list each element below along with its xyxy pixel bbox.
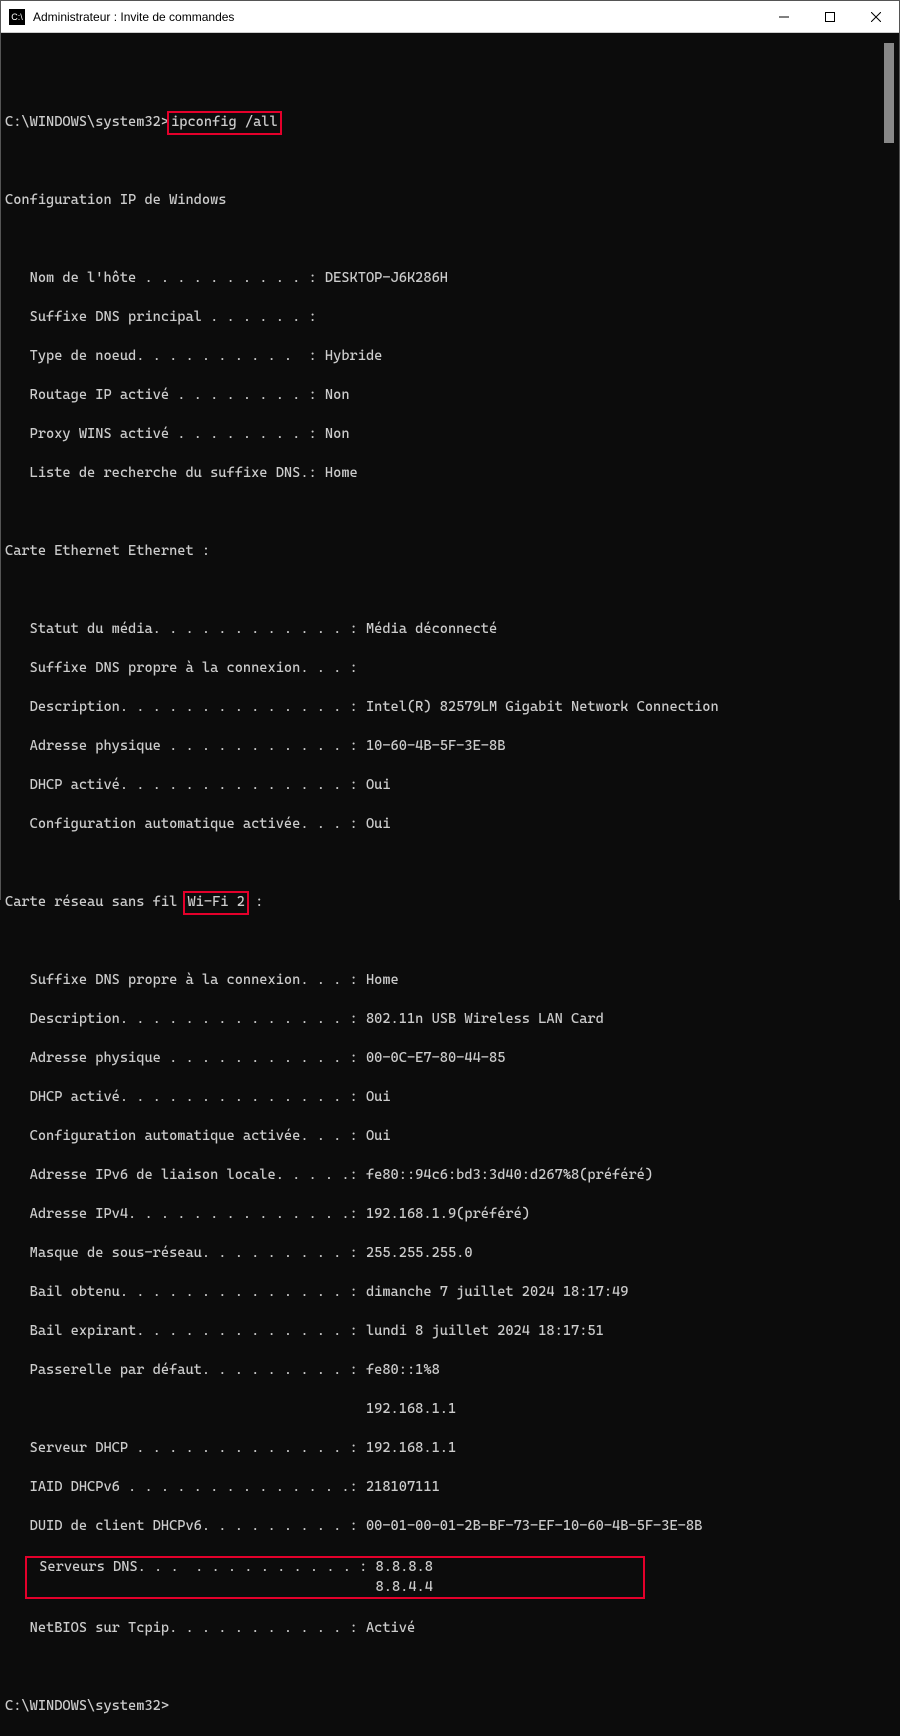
title-bar: C:\ Administrateur : Invite de commandes	[1, 1, 899, 33]
terminal-line: DHCP activé. . . . . . . . . . . . . . :…	[5, 776, 895, 796]
terminal-line: Configuration automatique activée. . . :…	[5, 1127, 895, 1147]
terminal-line: Bail expirant. . . . . . . . . . . . . :…	[5, 1322, 895, 1342]
maximize-icon	[825, 12, 835, 22]
scrollbar-thumb[interactable]	[884, 43, 894, 143]
terminal-line: NetBIOS sur Tcpip. . . . . . . . . . . :…	[5, 1619, 895, 1639]
terminal-line: Description. . . . . . . . . . . . . . :…	[5, 698, 895, 718]
terminal-line: Adresse IPv4. . . . . . . . . . . . . .:…	[5, 1205, 895, 1225]
terminal-line: Configuration automatique activée. . . :…	[5, 815, 895, 835]
terminal-line: Suffixe DNS principal . . . . . . :	[5, 308, 895, 328]
terminal-line: 192.168.1.1	[5, 1400, 895, 1420]
terminal-line	[5, 1658, 895, 1678]
terminal-line: Suffixe DNS propre à la connexion. . . :	[5, 659, 895, 679]
terminal-line: Adresse physique . . . . . . . . . . . :…	[5, 1049, 895, 1069]
prompt: C:\WINDOWS\system32>	[5, 114, 169, 130]
terminal-line: Bail obtenu. . . . . . . . . . . . . . :…	[5, 1283, 895, 1303]
terminal-line: Liste de recherche du suffixe DNS.: Home	[5, 464, 895, 484]
wifi-header-post: :	[247, 894, 263, 910]
terminal-line: Nom de l'hôte . . . . . . . . . . : DESK…	[5, 269, 895, 289]
terminal-line: DHCP activé. . . . . . . . . . . . . . :…	[5, 1088, 895, 1108]
close-button[interactable]	[853, 1, 899, 33]
terminal-line	[5, 230, 895, 250]
minimize-button[interactable]	[761, 1, 807, 33]
section-header: Carte Ethernet Ethernet :	[5, 542, 895, 562]
minimize-icon	[779, 12, 789, 22]
maximize-button[interactable]	[807, 1, 853, 33]
terminal-line: Passerelle par défaut. . . . . . . . . :…	[5, 1361, 895, 1381]
terminal-line: Routage IP activé . . . . . . . . : Non	[5, 386, 895, 406]
wifi-header-pre: Carte réseau sans fil	[5, 894, 185, 910]
terminal-line: Statut du média. . . . . . . . . . . . :…	[5, 620, 895, 640]
prompt: C:\WINDOWS\system32>	[5, 1697, 895, 1717]
terminal-line: IAID DHCPv6 . . . . . . . . . . . . . .:…	[5, 1478, 895, 1498]
terminal-line: Adresse physique . . . . . . . . . . . :…	[5, 737, 895, 757]
window-title: Administrateur : Invite de commandes	[33, 10, 761, 24]
terminal-line: Type de noeud. . . . . . . . . . : Hybri…	[5, 347, 895, 367]
terminal-line	[5, 152, 895, 172]
cmd-icon: C:\	[9, 9, 25, 25]
terminal-line: Serveur DHCP . . . . . . . . . . . . . :…	[5, 1439, 895, 1459]
highlighted-dns-block: Serveurs DNS. . . . . . . . . . . . . : …	[25, 1556, 645, 1599]
terminal-line: Serveurs DNS. . . . . . . . . . . . . : …	[31, 1558, 639, 1578]
terminal-line	[5, 581, 895, 601]
section-header: Carte réseau sans fil Wi-Fi 2 :	[5, 893, 895, 913]
terminal-line: 8.8.4.4	[31, 1578, 639, 1598]
highlighted-adapter-name: Wi-Fi 2	[183, 891, 248, 915]
terminal-line: Proxy WINS activé . . . . . . . . : Non	[5, 425, 895, 445]
terminal-area[interactable]: C:\WINDOWS\system32>ipconfig /all Config…	[1, 33, 899, 901]
terminal-line: Adresse IPv6 de liaison locale. . . . .:…	[5, 1166, 895, 1186]
close-icon	[871, 12, 881, 22]
terminal-line	[5, 74, 895, 94]
terminal-line: Masque de sous-réseau. . . . . . . . . :…	[5, 1244, 895, 1264]
section-header: Configuration IP de Windows	[5, 191, 895, 211]
terminal-line	[5, 503, 895, 523]
terminal-line: DUID de client DHCPv6. . . . . . . . . :…	[5, 1517, 895, 1537]
terminal-line	[5, 854, 895, 874]
terminal-line: C:\WINDOWS\system32>ipconfig /all	[5, 113, 895, 133]
terminal-line: Description. . . . . . . . . . . . . . :…	[5, 1010, 895, 1030]
terminal-line: Suffixe DNS propre à la connexion. . . :…	[5, 971, 895, 991]
highlighted-command: ipconfig /all	[167, 111, 282, 135]
terminal-line	[5, 932, 895, 952]
